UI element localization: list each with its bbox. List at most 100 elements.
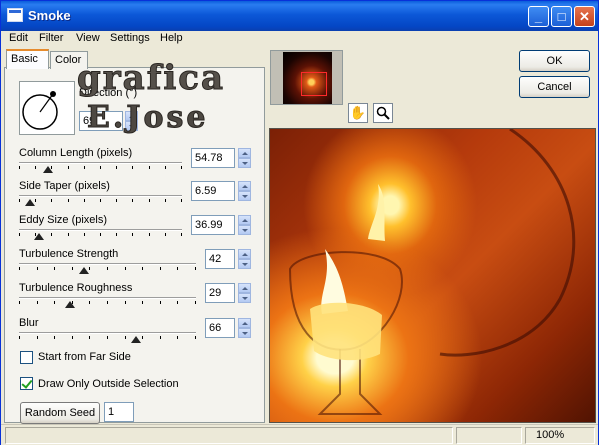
side-taper-slider-tick <box>51 199 52 202</box>
spin-up-icon[interactable] <box>238 283 251 293</box>
blur-slider-tick <box>160 336 161 339</box>
spin-down-icon[interactable] <box>238 293 251 303</box>
magnifier-icon <box>376 106 390 120</box>
turbulence-roughness-value: 29 <box>209 287 222 299</box>
spin-down-icon[interactable] <box>238 259 251 269</box>
turbulence-strength-slider-thumb[interactable] <box>79 267 90 274</box>
side-taper-slider-tick <box>149 199 150 202</box>
side-taper-input[interactable]: 6.59 <box>191 181 235 201</box>
random-seed-value: 1 <box>108 406 115 418</box>
column-length-label: Column Length (pixels) <box>19 147 133 159</box>
spin-down-icon[interactable] <box>238 225 251 235</box>
side-taper-slider-tick <box>100 199 101 202</box>
eddy-size-spinner[interactable] <box>238 215 251 235</box>
side-taper-slider-tick <box>165 199 166 202</box>
turbulence-roughness-slider-thumb[interactable] <box>65 301 76 308</box>
blur-input[interactable]: 66 <box>205 318 235 338</box>
blur-label: Blur <box>19 317 39 329</box>
turbulence-strength-value: 42 <box>209 253 222 265</box>
turbulence-strength-slider-track[interactable] <box>19 263 196 265</box>
spin-up-icon[interactable] <box>238 249 251 259</box>
spin-down-icon[interactable] <box>238 191 251 201</box>
turbulence-strength-spinner[interactable] <box>238 249 251 269</box>
menu-filter[interactable]: Filter <box>39 32 63 44</box>
side-taper-slider-track[interactable] <box>19 195 182 197</box>
column-length-slider-tick <box>100 166 101 169</box>
turbulence-roughness-slider-tick <box>177 301 178 304</box>
turbulence-roughness-slider-tick <box>37 301 38 304</box>
turbulence-strength-slider-tick <box>195 267 196 270</box>
turbulence-roughness-label: Turbulence Roughness <box>19 282 133 294</box>
random-seed-input[interactable]: 1 <box>104 402 134 422</box>
spin-up-icon[interactable] <box>238 181 251 191</box>
menu-edit[interactable]: Edit <box>9 32 28 44</box>
column-length-slider-tick <box>149 166 150 169</box>
eddy-size-slider-tick <box>100 233 101 236</box>
tab-basic-label: Basic <box>11 53 38 65</box>
close-icon: ✕ <box>579 9 590 24</box>
blur-slider-track[interactable] <box>19 332 196 334</box>
blur-slider-tick <box>54 336 55 339</box>
zoom-tool-button[interactable] <box>373 103 393 123</box>
eddy-size-slider-tick <box>19 233 20 236</box>
draw-only-outside-selection-checkbox[interactable] <box>20 377 33 390</box>
spin-up-icon[interactable] <box>238 215 251 225</box>
column-length-input[interactable]: 54.78 <box>191 148 235 168</box>
turbulence-roughness-spinner[interactable] <box>238 283 251 303</box>
spin-down-icon[interactable] <box>238 328 251 338</box>
menu-help[interactable]: Help <box>160 32 183 44</box>
spin-up-icon[interactable] <box>238 148 251 158</box>
minimize-button[interactable]: _ <box>528 6 549 27</box>
blur-slider-tick <box>37 336 38 339</box>
navigator-view-box[interactable] <box>301 72 327 96</box>
navigator-thumbnail[interactable] <box>270 50 343 105</box>
close-button[interactable]: ✕ <box>574 6 595 27</box>
menu-bar: Edit Filter View Settings Help <box>1 31 598 48</box>
eddy-size-value: 36.99 <box>195 219 223 231</box>
turbulence-strength-input[interactable]: 42 <box>205 249 235 269</box>
turbulence-roughness-input[interactable]: 29 <box>205 283 235 303</box>
turbulence-roughness-slider-tick <box>54 301 55 304</box>
tab-basic[interactable]: Basic <box>6 49 49 69</box>
blur-spinner[interactable] <box>238 318 251 338</box>
spin-down-icon[interactable] <box>238 158 251 168</box>
eddy-size-slider-tick <box>68 233 69 236</box>
hand-icon: ✋ <box>349 105 367 120</box>
maximize-button[interactable]: □ <box>551 6 572 27</box>
maximize-icon: □ <box>557 9 566 24</box>
column-length-slider-tick <box>165 166 166 169</box>
turbulence-strength-slider-tick <box>19 267 20 270</box>
turbulence-strength-slider-tick <box>160 267 161 270</box>
grafica-watermark-logo: grafica E.Jose <box>77 59 224 136</box>
title-bar[interactable]: Smoke _ □ ✕ <box>1 1 598 31</box>
eddy-size-slider-track[interactable] <box>19 229 182 231</box>
side-taper-spinner[interactable] <box>238 181 251 201</box>
window-title: Smoke <box>28 8 71 23</box>
direction-dial[interactable] <box>19 81 75 135</box>
turbulence-roughness-slider-track[interactable] <box>19 297 196 299</box>
hand-tool-button[interactable]: ✋ <box>348 103 368 123</box>
column-length-slider-thumb[interactable] <box>43 166 54 173</box>
zoom-status: 100% <box>525 427 595 444</box>
eddy-size-input[interactable]: 36.99 <box>191 215 235 235</box>
menu-settings[interactable]: Settings <box>110 32 150 44</box>
turbulence-roughness-slider-tick <box>107 301 108 304</box>
eddy-size-slider-thumb[interactable] <box>33 233 44 240</box>
side-taper-slider-thumb[interactable] <box>25 199 36 206</box>
start-from-far-side-checkbox[interactable] <box>20 351 33 364</box>
turbulence-roughness-slider-tick <box>160 301 161 304</box>
menu-view[interactable]: View <box>76 32 100 44</box>
direction-dial-icon <box>22 91 58 130</box>
random-seed-button[interactable]: Random Seed <box>20 402 100 424</box>
cancel-button[interactable]: Cancel <box>519 76 590 98</box>
preview-image[interactable] <box>269 128 596 423</box>
blur-slider-tick <box>177 336 178 339</box>
column-length-slider-track[interactable] <box>19 162 182 164</box>
spin-up-icon[interactable] <box>238 318 251 328</box>
blur-slider-thumb[interactable] <box>130 336 141 343</box>
column-length-spinner[interactable] <box>238 148 251 168</box>
column-length-slider-tick <box>35 166 36 169</box>
ok-button[interactable]: OK <box>519 50 590 72</box>
status-segment <box>456 427 522 444</box>
svg-text:E.Jose: E.Jose <box>87 100 209 135</box>
